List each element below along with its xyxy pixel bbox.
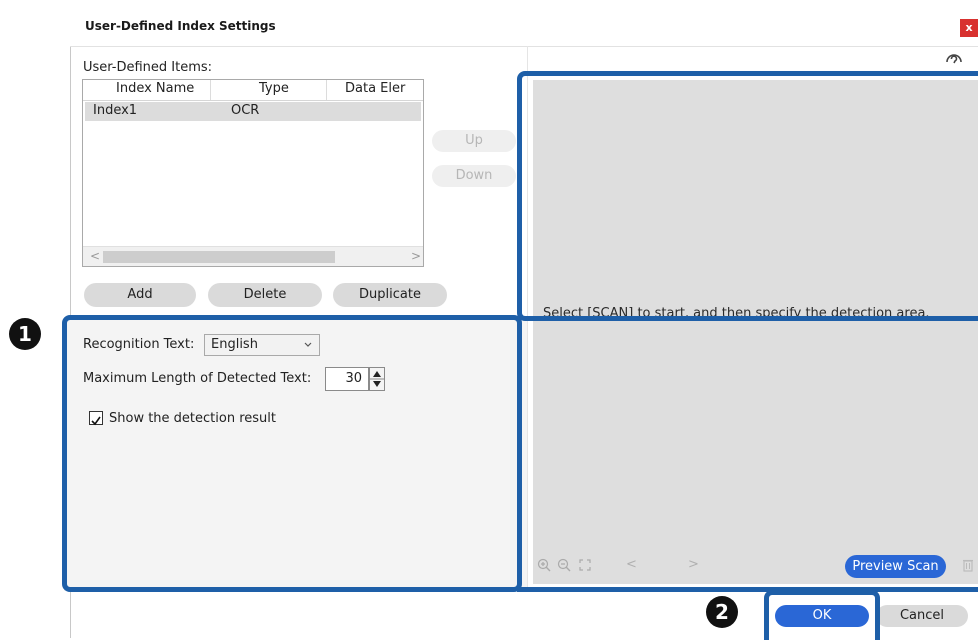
- callout-frame-1-lower: [62, 315, 522, 592]
- callout-frame-1-upper: [517, 71, 978, 321]
- duplicate-button[interactable]: Duplicate: [333, 283, 447, 307]
- move-down-button[interactable]: Down: [432, 165, 516, 187]
- cancel-button[interactable]: Cancel: [876, 605, 968, 627]
- callout-badge-1: 1: [9, 318, 41, 350]
- zoom-out-icon[interactable]: [557, 558, 571, 572]
- previous-page-icon[interactable]: <: [626, 557, 637, 572]
- callout-badge-2: 2: [706, 596, 738, 628]
- callout-frame-1-bottom: [517, 587, 978, 592]
- add-button[interactable]: Add: [84, 283, 196, 307]
- trash-icon[interactable]: [962, 558, 974, 572]
- user-defined-items-list[interactable]: Index Name Type Data Eler Index1 OCR < >: [82, 79, 424, 267]
- scroll-right-icon[interactable]: >: [411, 249, 421, 263]
- horizontal-scrollbar[interactable]: < >: [83, 246, 423, 266]
- scrollbar-thumb[interactable]: [103, 251, 335, 263]
- list-row[interactable]: Index1 OCR: [85, 102, 421, 121]
- preview-scan-button[interactable]: Preview Scan: [845, 555, 946, 578]
- column-separator: [210, 80, 211, 100]
- scroll-left-icon[interactable]: <: [90, 249, 100, 263]
- column-data-element[interactable]: Data Eler: [345, 81, 405, 96]
- user-defined-items-label: User-Defined Items:: [83, 60, 213, 75]
- next-page-icon[interactable]: >: [688, 557, 699, 572]
- row-index-name: Index1: [93, 103, 138, 118]
- column-type[interactable]: Type: [259, 81, 289, 96]
- row-type: OCR: [231, 103, 260, 118]
- list-header: Index Name Type Data Eler: [83, 80, 423, 101]
- fit-to-window-icon[interactable]: [578, 558, 592, 572]
- column-separator: [326, 80, 327, 100]
- callout-frame-2: [764, 590, 880, 640]
- move-up-button[interactable]: Up: [432, 130, 516, 152]
- zoom-in-icon[interactable]: [537, 558, 551, 572]
- help-icon[interactable]: [944, 50, 964, 70]
- delete-button[interactable]: Delete: [208, 283, 322, 307]
- column-index-name[interactable]: Index Name: [116, 81, 194, 96]
- close-button[interactable]: x: [960, 19, 978, 37]
- dialog-title: User-Defined Index Settings: [85, 19, 276, 33]
